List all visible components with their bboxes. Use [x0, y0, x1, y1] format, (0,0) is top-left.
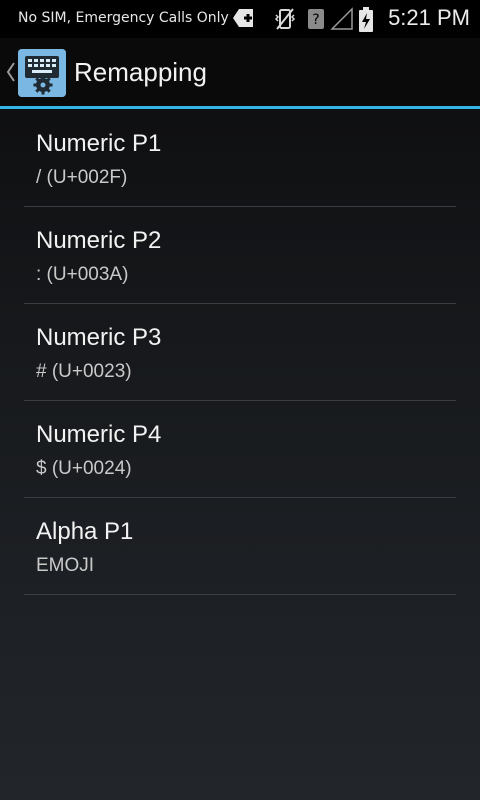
carrier-text: No SIM, Emergency Calls Only	[18, 10, 229, 26]
list-item-title: Alpha P1	[36, 518, 134, 545]
action-bar-divider	[0, 106, 480, 109]
list-item-summary: $ (U+0024)	[36, 458, 132, 479]
list-item-title: Numeric P1	[36, 130, 162, 157]
list-item-summary: : (U+003A)	[36, 264, 129, 285]
list-item-title: Numeric P3	[36, 324, 162, 351]
keyboard-settings-icon	[18, 49, 66, 97]
remapping-list: Numeric P1 / (U+002F) Numeric P2 : (U+00…	[24, 110, 456, 595]
clock: 5:21 PM	[388, 5, 470, 30]
list-item-numeric-p2[interactable]: Numeric P2 : (U+003A)	[24, 207, 456, 304]
list-item-summary: # (U+0023)	[36, 361, 132, 382]
chevron-left-icon	[4, 60, 16, 88]
screen: No SIM, Emergency Calls Only ? 5:21 PM R…	[0, 0, 480, 800]
action-bar: Remapping	[0, 38, 480, 106]
add-notification-icon	[232, 7, 256, 29]
list-item-alpha-p1[interactable]: Alpha P1 EMOJI	[24, 498, 456, 595]
empty-signal-icon	[330, 7, 354, 31]
list-item-numeric-p4[interactable]: Numeric P4 $ (U+0024)	[24, 401, 456, 498]
list-item-summary: EMOJI	[36, 555, 95, 576]
list-item-title: Numeric P2	[36, 227, 162, 254]
list-item-numeric-p1[interactable]: Numeric P1 / (U+002F)	[24, 110, 456, 207]
status-bar: No SIM, Emergency Calls Only ? 5:21 PM	[0, 0, 480, 38]
battery-charging-icon	[358, 7, 374, 33]
svg-text:?: ?	[312, 12, 319, 28]
list-item-title: Numeric P4	[36, 421, 162, 448]
list-item-summary: / (U+002F)	[36, 167, 128, 188]
no-signal-icon: ?	[307, 7, 325, 31]
page-title: Remapping	[74, 57, 207, 87]
vibrate-off-icon	[274, 7, 296, 31]
list-item-numeric-p3[interactable]: Numeric P3 # (U+0023)	[24, 304, 456, 401]
